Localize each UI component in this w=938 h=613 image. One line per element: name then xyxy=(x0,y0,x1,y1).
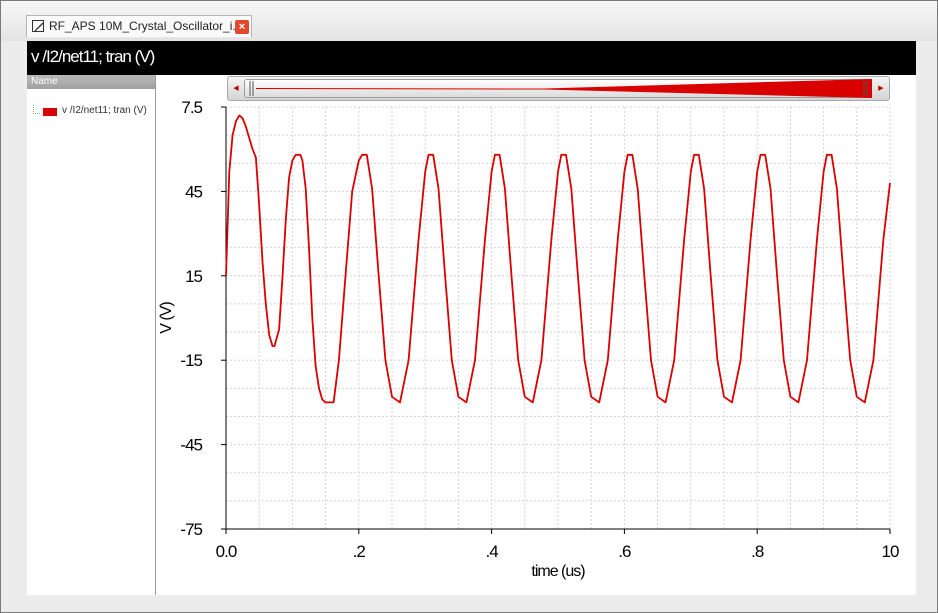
y-tick-label: 7.5 xyxy=(181,98,202,117)
trace-list-panel: Name v /I2/net11; tran (V) xyxy=(27,75,156,595)
trace-list-item-label: v /I2/net11; tran (V) xyxy=(62,105,147,116)
tab-bar: RF_APS 10M_Crystal_Oscillator_i... × xyxy=(1,1,937,41)
tab-waveform[interactable]: RF_APS 10M_Crystal_Oscillator_i... × xyxy=(26,15,252,37)
x-ticks: 0.0 .2 .4 .6 .8 10 xyxy=(216,529,900,561)
x-axis-label: time (us) xyxy=(531,563,585,580)
x-tick-label: .4 xyxy=(486,542,499,561)
waveform-chart[interactable]: 0.0 .2 .4 .6 .8 10 7.5 45 15 -15 -45 -75 time (us)… xyxy=(155,74,915,594)
y-tick-label: 45 xyxy=(185,182,202,201)
y-axis-label: V (V) xyxy=(158,302,175,334)
y-tick-label: -15 xyxy=(180,351,202,370)
trace-color-swatch xyxy=(43,108,57,116)
waveform-title: v /I2/net11; tran (V) xyxy=(31,47,155,66)
trace-list-header: Name xyxy=(27,75,155,89)
close-icon[interactable]: × xyxy=(235,20,249,34)
window-right-edge xyxy=(916,41,936,605)
y-tick-label: -75 xyxy=(180,520,202,539)
x-tick-label: .2 xyxy=(353,542,366,561)
y-ticks: 7.5 45 15 -15 -45 -75 xyxy=(180,98,226,539)
waveform-doc-icon xyxy=(32,20,44,32)
waveform-title-bar: v /I2/net11; tran (V) xyxy=(27,41,916,75)
y-tick-label: -45 xyxy=(180,436,202,455)
y-tick-label: 15 xyxy=(185,267,202,286)
window-bottom-edge xyxy=(27,595,916,605)
trace-list-item[interactable]: v /I2/net11; tran (V) xyxy=(31,105,155,119)
tab-label: RF_APS 10M_Crystal_Oscillator_i... xyxy=(49,19,243,33)
x-tick-label: .6 xyxy=(618,542,631,561)
x-tick-label: .8 xyxy=(751,542,764,561)
tree-connector xyxy=(33,105,40,114)
x-tick-label: 10 xyxy=(882,542,899,561)
x-tick-label: 0.0 xyxy=(216,542,237,561)
